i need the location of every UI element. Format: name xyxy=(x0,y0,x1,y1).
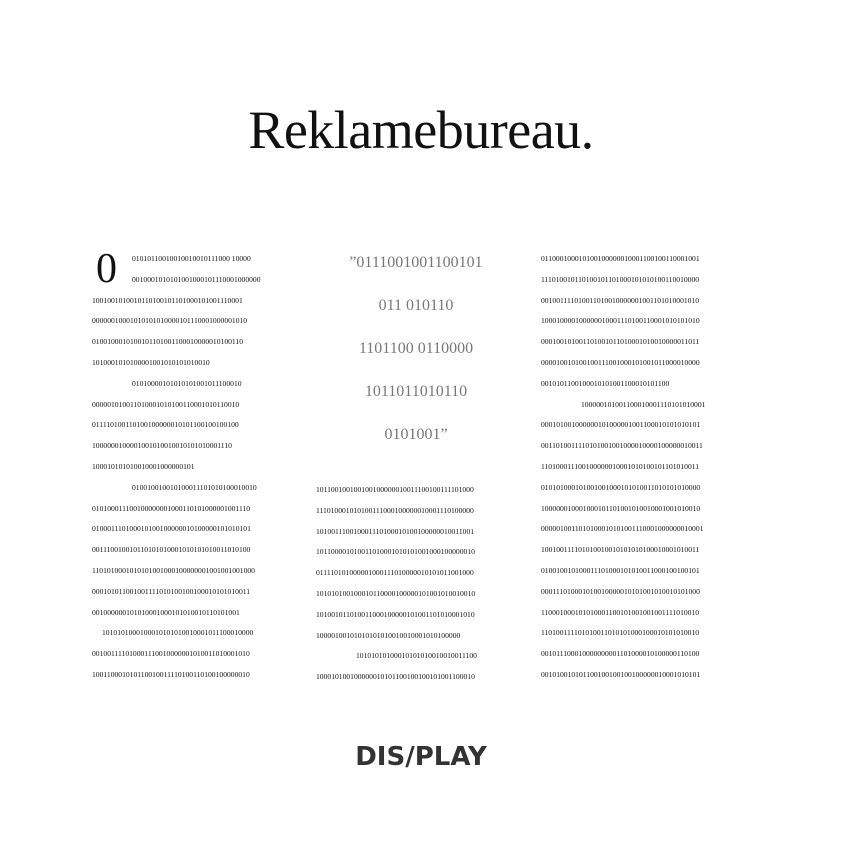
binary-line: 1010011100100011101000101001000000100110… xyxy=(316,526,475,536)
binary-line: 0000001000101010101000010111000100000101… xyxy=(92,316,248,326)
binary-line: 1101000111001000000100010101001011010100… xyxy=(541,461,700,471)
binary-line: 1100010001010100011001010010010011110100… xyxy=(541,607,700,617)
page-title: Reklamebureau. xyxy=(248,100,594,160)
binary-line: 1110100010101001110001000000100011101000… xyxy=(316,505,474,515)
binary-line: 0001010010000001010000010011000101010101… xyxy=(541,420,701,430)
binary-line: 0100100010100101101001100010000010100110 xyxy=(92,337,244,347)
binary-line: 0100011101000101001000000101000001010101… xyxy=(92,524,251,534)
binary-line: 100001001010101010100100100010101000​00 xyxy=(316,630,461,640)
binary-line: 1001001111010100100101010101000100010100… xyxy=(541,545,700,555)
binary-line: 1001100010101100100111101001101001000000… xyxy=(92,669,250,679)
quote-line: 1101100 0110000 xyxy=(358,340,474,357)
binary-line: 1101001111010100110101010001000101010100… xyxy=(541,628,700,638)
binary-column-right: 0110001000101001000000100011001001100010… xyxy=(541,249,751,686)
binary-line: 1010001010100001001010101010010 xyxy=(92,357,210,367)
binary-line: 0000100101001001110010001010010110000100… xyxy=(541,357,700,367)
binary-line: 01010110010010010010111000 10000 xyxy=(132,254,251,263)
quote-line: 1011011010110 xyxy=(364,383,468,400)
quote-line: 0101001” xyxy=(384,426,448,443)
binary-line: 101010101000101010100100100111​00 xyxy=(356,651,477,661)
binary-line: 0100100101000111010001010100110001001001… xyxy=(541,565,700,575)
binary-line: 1011000010100110100010101010010001000000… xyxy=(316,547,475,557)
quote-line: 011 010110 xyxy=(378,297,454,314)
binary-column-middle: 1011001001001001000000100111001001111010… xyxy=(316,480,526,688)
binary-column-left: 01010110010010010010111000 10000 00100010… xyxy=(92,249,302,686)
binary-line: 1001001010010110100101101000101001110001 xyxy=(92,295,243,305)
binary-line: 1011001001001001000000100111001001111010… xyxy=(316,485,474,494)
binary-line: 0001110100010100100000101010010100101010… xyxy=(541,586,700,596)
binary-line: 0010011110100110100100000010011010100010… xyxy=(541,295,700,305)
binary-line: 1000000100010001011010010100100010010100… xyxy=(541,503,701,513)
binary-line: 0000010100110100010101001100010101100​10 xyxy=(92,399,240,409)
binary-line: 0011100100101101010100010101010100110101… xyxy=(92,545,251,555)
binary-line: 0110001000101001000000100011001001100010… xyxy=(541,254,700,263)
binary-line: 1110100101101001011010001010101001100100… xyxy=(541,274,700,284)
binary-line: 0010011110100011100100000010100110100010… xyxy=(92,649,250,659)
binary-line: 11010100010101010010001000000010010010​0… xyxy=(92,565,255,575)
binary-line: 1000100001000000100011101001100010101010… xyxy=(541,316,700,326)
binary-line: 01111010011010010000001010110010010010​0 xyxy=(92,420,239,430)
display-logo: DIS/PLAY xyxy=(355,742,487,772)
binary-line: 01010001110010000000100011010100000100​1… xyxy=(92,503,251,513)
binary-line: 0101010001010010010001010100110101010100… xyxy=(541,482,701,492)
binary-line: 1010101000100010101010010001011100010000 xyxy=(102,628,254,638)
binary-line: 0010100101011001001001001000000100010101… xyxy=(541,669,701,679)
binary-line: 1000101001000000101011001001001010011000… xyxy=(316,672,475,682)
binary-line: 0010111000100000000011010000101000001101… xyxy=(541,649,700,659)
binary-line: 0010001010101001000101110001000000 xyxy=(132,274,261,284)
binary-line: 0100100100101000111010101000100​10 xyxy=(132,482,257,492)
binary-line: 0000010011010100010101001110001000000010… xyxy=(541,524,704,534)
binary-line: 10001010101001000100000010​1 xyxy=(92,461,195,471)
binary-line: 1010010110100110001000001010011010100010… xyxy=(316,609,475,619)
binary-line: 001000000101010001000101010010110101001 xyxy=(92,607,240,617)
binary-line: 0111101010000010001110100000101010110010… xyxy=(316,568,474,578)
binary-line: 01010000101010101001011100010 xyxy=(132,378,242,388)
binary-line: 1000001010011000100011101010100​01 xyxy=(581,399,706,409)
binary-line: 0001001010011010010110100010100100000110… xyxy=(541,337,700,347)
binary-line: 1010101001000101100001000001010010100100… xyxy=(316,588,476,598)
binary-line: 10000001000010010100100101010100011​10 xyxy=(92,441,232,451)
binary-line: 0011010011110101001001000010000100000010… xyxy=(541,441,703,451)
quote-line: ”0111001001100101 xyxy=(349,254,483,271)
binary-line: 0001010110010011110101001001000101010100… xyxy=(92,586,251,596)
pull-quote: ”0111001001100101 011 010110 1101100 01100… xyxy=(316,252,516,467)
binary-line: 00101011001000101010011000101011​00 xyxy=(541,378,670,388)
